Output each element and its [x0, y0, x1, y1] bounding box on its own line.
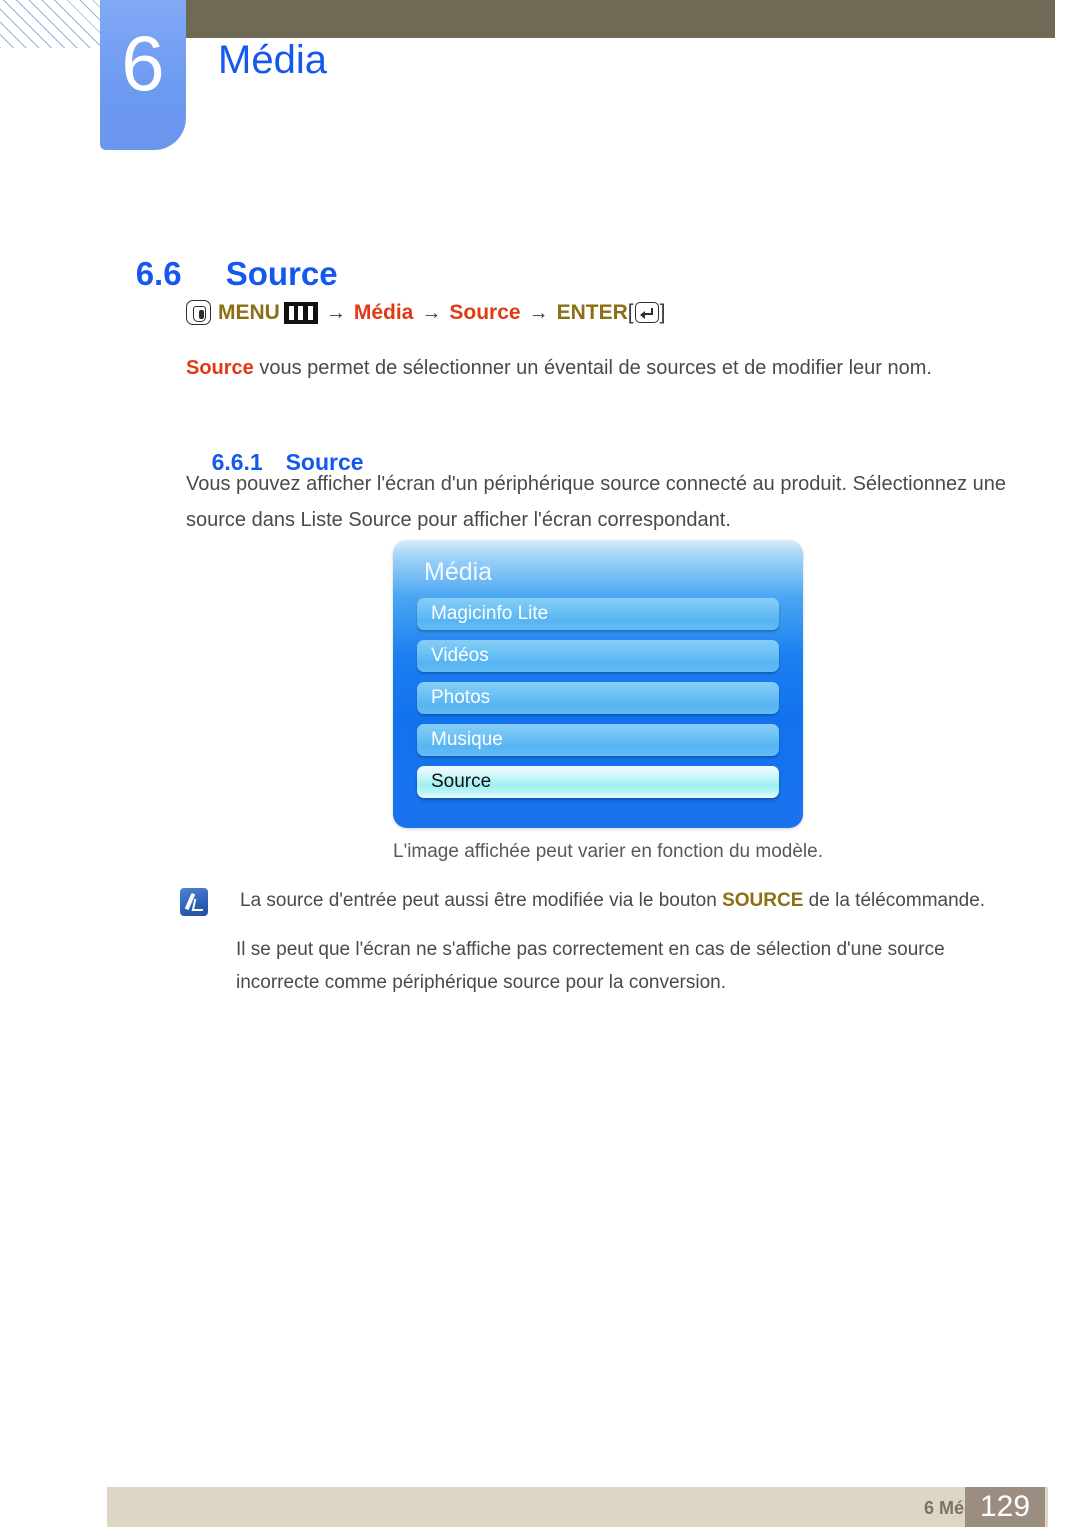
- path-item-source: Source: [449, 300, 521, 324]
- osd-item-musique[interactable]: Musique: [417, 724, 779, 756]
- note-pen-text-after: de la télécommande.: [803, 890, 986, 911]
- bracket-open: [: [627, 300, 634, 324]
- menu-bars-icon: [283, 301, 318, 324]
- path-arrow-3: →: [528, 301, 549, 324]
- note-pen-icon: [180, 888, 208, 916]
- chapter-title: Média: [218, 38, 327, 82]
- osd-item-videos[interactable]: Vidéos: [417, 640, 779, 672]
- path-arrow-2: →: [421, 301, 442, 324]
- chapter-number: 6: [121, 19, 165, 107]
- note-warning-text: Il se peut que l'écran ne s'affiche pas …: [236, 939, 945, 993]
- menu-hand-button-icon: [186, 300, 211, 325]
- path-item-media: Média: [353, 300, 414, 324]
- image-caption: L'image affichée peut varier en fonction…: [393, 841, 823, 862]
- enter-return-icon: [634, 302, 659, 323]
- header-bar: [140, 0, 1055, 38]
- note-pen-text: La source d'entrée peut aussi être modif…: [240, 884, 985, 917]
- section-title: Source: [225, 255, 338, 292]
- note-pen-text-before: La source d'entrée peut aussi être modif…: [240, 890, 723, 911]
- note-warning: ! Il se peut que l'écran ne s'affiche pa…: [180, 933, 1030, 999]
- intro-highlight: Source: [186, 357, 254, 379]
- intro-rest: vous permet de sélectionner un éventail …: [253, 357, 932, 379]
- osd-title: Média: [424, 558, 493, 586]
- main-paragraph: Vous pouvez afficher l'écran d'un périph…: [186, 473, 1007, 531]
- osd-item-source[interactable]: Source: [417, 766, 779, 798]
- menu-label: MENU: [218, 300, 280, 324]
- osd-menu-list: Magicinfo Lite Vidéos Photos Musique Sou…: [417, 598, 779, 808]
- footer-bar: [107, 1487, 1048, 1527]
- footer-page-number: 129: [965, 1487, 1045, 1527]
- manual-page: 6 Média 6.6 Source MENU → Média → Source …: [0, 0, 1080, 1527]
- osd-item-magicinfo-lite[interactable]: Magicinfo Lite: [417, 598, 779, 630]
- osd-item-photos[interactable]: Photos: [417, 682, 779, 714]
- section-number: 6.6: [135, 255, 182, 292]
- menu-path-line: MENU → Média → Source → ENTER [ ]: [186, 300, 665, 325]
- note-pen-highlight: SOURCE: [722, 890, 804, 911]
- note-pen: La source d'entrée peut aussi être modif…: [180, 884, 1020, 917]
- path-arrow-1: →: [325, 301, 346, 324]
- warning-exclamation-icon: !: [190, 939, 198, 962]
- intro-paragraph: Source vous permet de sélectionner un év…: [186, 350, 986, 386]
- bracket-close: ]: [659, 300, 666, 324]
- enter-label: ENTER: [556, 300, 628, 324]
- osd-screenshot: Média Magicinfo Lite Vidéos Photos Musiq…: [393, 540, 803, 828]
